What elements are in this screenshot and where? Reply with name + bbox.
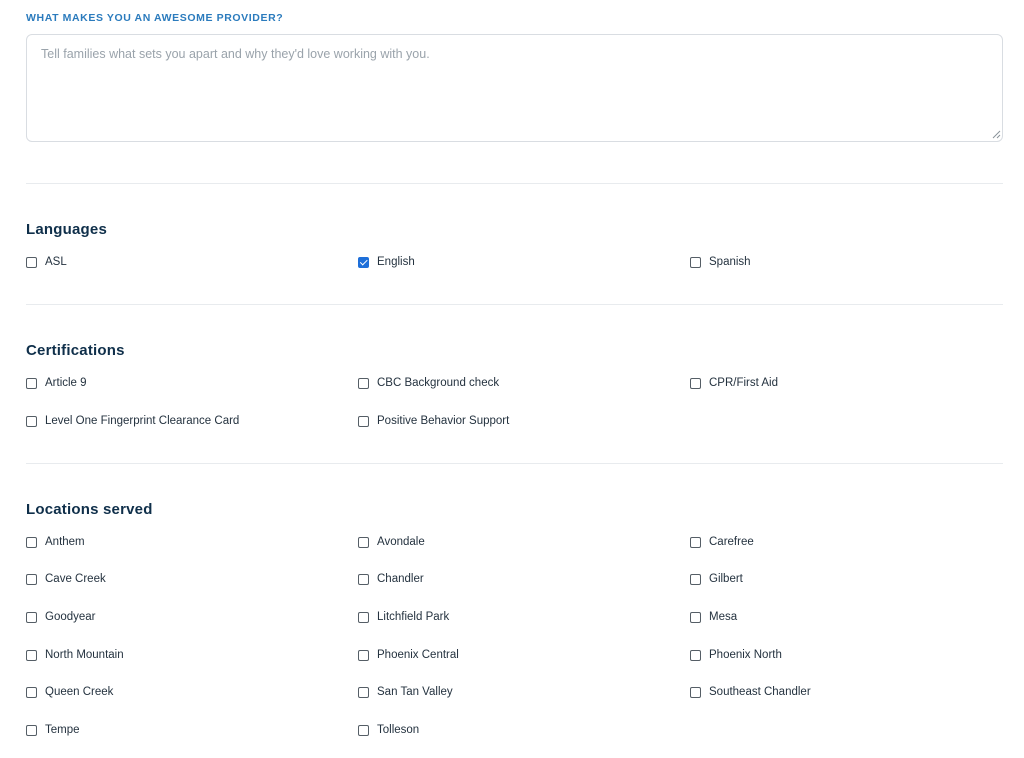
- checkbox[interactable]: [26, 256, 37, 268]
- location-option[interactable]: Chandler: [358, 572, 424, 586]
- checkbox[interactable]: [26, 686, 37, 698]
- divider: [26, 183, 1003, 184]
- location-option[interactable]: Cave Creek: [26, 572, 106, 586]
- checkbox[interactable]: [358, 649, 369, 661]
- location-option[interactable]: Tolleson: [358, 723, 419, 737]
- option-label: Level One Fingerprint Clearance Card: [45, 415, 240, 427]
- certification-option[interactable]: CBC Background check: [358, 376, 499, 390]
- certification-option[interactable]: CPR/First Aid: [690, 376, 778, 390]
- checkbox[interactable]: [26, 415, 37, 427]
- checkbox[interactable]: [358, 573, 369, 585]
- location-option[interactable]: Phoenix North: [690, 648, 782, 662]
- locations-title: Locations served: [26, 501, 153, 518]
- checkbox[interactable]: [26, 536, 37, 548]
- checkbox[interactable]: [358, 415, 369, 427]
- language-option-spanish[interactable]: Spanish: [690, 255, 751, 269]
- checkbox[interactable]: [26, 611, 37, 623]
- checkbox[interactable]: [690, 573, 701, 585]
- location-option[interactable]: Litchfield Park: [358, 610, 449, 624]
- option-label: CBC Background check: [377, 377, 500, 389]
- languages-title: Languages: [26, 221, 107, 238]
- checkbox[interactable]: [690, 649, 701, 661]
- language-option-english[interactable]: English: [358, 255, 415, 269]
- location-option[interactable]: Carefree: [690, 535, 754, 549]
- checkbox[interactable]: [26, 724, 37, 736]
- checkbox[interactable]: [690, 611, 701, 623]
- checkbox[interactable]: [358, 611, 369, 623]
- checkbox[interactable]: [358, 377, 369, 389]
- checkbox[interactable]: [26, 649, 37, 661]
- option-label: San Tan Valley: [377, 686, 453, 698]
- checkbox[interactable]: [358, 256, 369, 268]
- option-label: Carefree: [709, 536, 754, 548]
- location-option[interactable]: Anthem: [26, 535, 85, 549]
- checkbox[interactable]: [690, 536, 701, 548]
- option-label: Queen Creek: [45, 686, 114, 698]
- option-label: Chandler: [377, 573, 424, 585]
- certification-option[interactable]: Positive Behavior Support: [358, 414, 509, 428]
- option-label: Goodyear: [45, 611, 96, 623]
- resize-handle-icon[interactable]: [992, 130, 1001, 139]
- location-option[interactable]: Gilbert: [690, 572, 743, 586]
- option-label: CPR/First Aid: [709, 377, 779, 389]
- location-option[interactable]: Mesa: [690, 610, 737, 624]
- location-option[interactable]: Avondale: [358, 535, 425, 549]
- option-label: Southeast Chandler: [709, 686, 811, 698]
- about-label: WHAT MAKES YOU AN AWESOME PROVIDER?: [26, 12, 284, 24]
- checkbox[interactable]: [690, 256, 701, 268]
- option-label: Phoenix North: [709, 649, 782, 661]
- option-label: Tempe: [45, 724, 80, 736]
- location-option[interactable]: Phoenix Central: [358, 648, 459, 662]
- option-label: Tolleson: [377, 724, 420, 736]
- option-label: Gilbert: [709, 573, 743, 585]
- option-label: North Mountain: [45, 649, 124, 661]
- certifications-title: Certifications: [26, 342, 125, 359]
- checkbox[interactable]: [690, 686, 701, 698]
- checkbox[interactable]: [358, 536, 369, 548]
- option-label: Anthem: [45, 536, 85, 548]
- location-option[interactable]: North Mountain: [26, 648, 124, 662]
- option-label: Litchfield Park: [377, 611, 450, 623]
- certification-option[interactable]: Level One Fingerprint Clearance Card: [26, 414, 239, 428]
- option-label: Cave Creek: [45, 573, 106, 585]
- option-label: English: [377, 256, 415, 268]
- location-option[interactable]: Queen Creek: [26, 685, 113, 699]
- location-option[interactable]: Tempe: [26, 723, 80, 737]
- checkbox[interactable]: [358, 724, 369, 736]
- divider: [26, 463, 1003, 464]
- option-label: Article 9: [45, 377, 87, 389]
- option-label: ASL: [45, 256, 67, 268]
- checkbox[interactable]: [26, 573, 37, 585]
- checkbox[interactable]: [358, 686, 369, 698]
- location-option[interactable]: Goodyear: [26, 610, 96, 624]
- language-option-asl[interactable]: ASL: [26, 255, 67, 269]
- option-label: Positive Behavior Support: [377, 415, 510, 427]
- option-label: Phoenix Central: [377, 649, 459, 661]
- divider: [26, 304, 1003, 305]
- location-option[interactable]: San Tan Valley: [358, 685, 453, 699]
- option-label: Avondale: [377, 536, 425, 548]
- location-option[interactable]: Southeast Chandler: [690, 685, 811, 699]
- checkbox[interactable]: [26, 377, 37, 389]
- about-textarea[interactable]: [26, 34, 1003, 142]
- option-label: Spanish: [709, 256, 751, 268]
- certification-option[interactable]: Article 9: [26, 376, 87, 390]
- option-label: Mesa: [709, 611, 738, 623]
- checkbox[interactable]: [690, 377, 701, 389]
